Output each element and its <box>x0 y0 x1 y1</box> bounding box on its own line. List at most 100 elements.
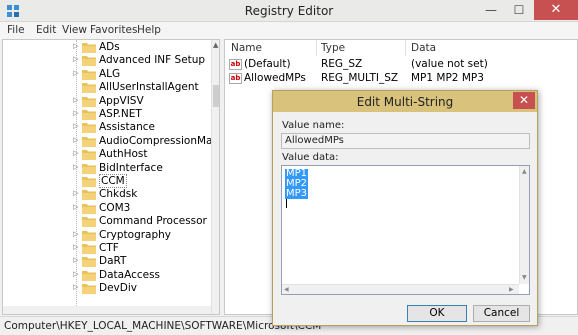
expand-arrow-icon[interactable]: ▷ <box>73 243 78 251</box>
tree-horizontal-scrollbar[interactable] <box>3 306 211 314</box>
tree-item-label: Cryptography <box>99 228 172 241</box>
scroll-left-arrow-icon[interactable]: ◀ <box>284 286 289 293</box>
value-name-field[interactable]: AllowedMPs <box>281 133 530 149</box>
expand-arrow-icon[interactable]: ▷ <box>73 270 78 278</box>
tree-item[interactable]: ▷ Advanced INF Setup <box>3 54 209 67</box>
expand-arrow-icon[interactable]: ▷ <box>73 109 78 117</box>
expand-arrow-icon[interactable]: ▷ <box>73 42 78 50</box>
expand-arrow-icon[interactable]: ▷ <box>73 230 78 238</box>
folder-icon <box>82 230 96 241</box>
column-separator[interactable] <box>316 40 317 56</box>
column-header-name[interactable]: Name <box>231 40 262 56</box>
expand-arrow-icon[interactable]: ▷ <box>73 69 78 77</box>
tree-item[interactable]: ▷ DaRT <box>3 255 209 268</box>
folder-icon <box>82 217 96 228</box>
tree-item[interactable]: ▷ ADs <box>3 41 209 54</box>
column-header-type[interactable]: Type <box>321 40 345 56</box>
expand-arrow-icon[interactable]: ▷ <box>73 136 78 144</box>
scroll-up-arrow-icon[interactable]: ▲ <box>213 41 218 49</box>
folder-icon <box>82 83 96 94</box>
expand-arrow-icon[interactable]: ▷ <box>73 55 78 63</box>
tree-item[interactable]: ▷ AudioCompressionManager <box>3 135 219 148</box>
menu-view[interactable]: View <box>62 24 87 36</box>
tree-item[interactable]: ▷ AppVISV <box>3 95 209 108</box>
value-data-label: Value data: <box>282 152 339 163</box>
menu-favorites[interactable]: Favorites <box>90 24 137 36</box>
list-row[interactable]: ab AllowedMPs REG_MULTI_SZ MP1 MP2 MP3 <box>225 72 577 86</box>
tree-item[interactable]: ▷ DevDiv <box>3 282 209 295</box>
scroll-right-arrow-icon[interactable]: ▶ <box>509 286 514 293</box>
dialog-close-button[interactable]: ✕ <box>513 92 535 109</box>
folder-icon <box>82 244 96 254</box>
tree-item-label: DevDiv <box>99 282 137 295</box>
menu-edit[interactable]: Edit <box>36 24 56 36</box>
folder-icon <box>82 257 96 268</box>
tree-item-label: AppVISV <box>99 94 144 107</box>
expand-arrow-icon[interactable]: ▷ <box>73 203 78 211</box>
tree-item-label: AudioCompressionManager <box>99 134 219 147</box>
value-data: MP1 MP2 MP3 <box>411 72 484 84</box>
textarea-horizontal-scrollbar[interactable]: ◀ ▶ <box>282 284 519 294</box>
menu-file[interactable]: File <box>7 24 25 36</box>
cancel-button[interactable]: Cancel <box>473 305 530 322</box>
tree-item-label: Chkdsk <box>99 188 138 201</box>
menu-help[interactable]: Help <box>137 24 161 36</box>
tree-item[interactable]: ▷ Cryptography <box>3 229 209 242</box>
folder-icon <box>82 43 96 53</box>
folder-icon <box>82 203 96 214</box>
tree-item-label: AllUserInstallAgent <box>99 81 199 94</box>
value-data-textarea[interactable]: MP1 MP2 MP3 ▲ ▼ ◀ ▶ <box>281 165 530 295</box>
expand-arrow-icon[interactable]: ▷ <box>73 96 78 104</box>
folder-icon <box>82 136 96 147</box>
folder-icon <box>82 96 96 107</box>
tree-item[interactable]: ▷ ASP.NET <box>3 108 209 121</box>
expand-arrow-icon[interactable]: ▷ <box>73 149 78 157</box>
tree-item[interactable]: ▷ Assistance <box>3 121 209 134</box>
minimize-button[interactable]: — <box>478 0 504 20</box>
key-tree[interactable]: ▷ ADs ▷ Advanced INF Setup ▷ ALG AllUserInstal… <box>2 39 220 315</box>
tree-item[interactable]: CCM <box>3 174 209 188</box>
textarea-vertical-scrollbar[interactable]: ▲ ▼ <box>519 166 529 284</box>
tree-item-label: Command Processor <box>99 215 207 228</box>
scroll-up-arrow-icon[interactable]: ▲ <box>522 168 527 175</box>
tree-item-label: ADs <box>99 41 120 53</box>
tree-item[interactable]: ▷ AuthHost <box>3 148 209 161</box>
menu-bar: File Edit View Favorites Help <box>0 22 578 39</box>
tree-item-label: DaRT <box>99 255 127 268</box>
tree-item[interactable]: ▷ BidInterface <box>3 162 209 175</box>
folder-icon <box>82 190 96 201</box>
tree-item-label: BidInterface <box>99 161 163 174</box>
tree-item[interactable]: ▷ DataAccess <box>3 269 209 282</box>
expand-arrow-icon[interactable]: ▷ <box>73 189 78 197</box>
value-type: REG_MULTI_SZ <box>321 72 399 84</box>
expand-arrow-icon[interactable]: ▷ <box>73 122 78 130</box>
column-separator[interactable] <box>405 40 406 56</box>
tree-scroll-thumb[interactable] <box>213 85 219 107</box>
maximize-button[interactable]: ☐ <box>506 0 532 20</box>
ok-button[interactable]: OK <box>407 305 467 322</box>
folder-icon <box>82 110 96 120</box>
tree-item[interactable]: ▷ ALG <box>3 68 209 81</box>
tree-item[interactable]: ▷ COM3 <box>3 202 209 215</box>
tree-item[interactable]: Command Processor <box>3 215 209 228</box>
value-data-line: MP3 <box>285 188 309 199</box>
expand-arrow-icon[interactable]: ▷ <box>73 163 78 171</box>
dialog-title: Edit Multi-String <box>356 95 454 109</box>
expand-arrow-icon[interactable]: ▷ <box>73 256 78 264</box>
tree-item-label: Advanced INF Setup <box>99 54 206 67</box>
dialog-title-bar[interactable]: Edit Multi-String ✕ <box>273 91 537 112</box>
folder-icon <box>82 284 96 295</box>
tree-item[interactable]: ▷ CTF <box>3 242 209 255</box>
list-row[interactable]: ab (Default) REG_SZ (value not set) <box>225 58 577 72</box>
tree-item[interactable]: ▷ Chkdsk <box>3 188 209 201</box>
tree-item-label: COM3 <box>99 201 131 214</box>
folder-icon <box>82 69 96 80</box>
close-button[interactable]: ✕ <box>534 0 578 20</box>
expand-arrow-icon[interactable]: ▷ <box>73 283 78 291</box>
scroll-down-arrow-icon[interactable]: ▼ <box>522 274 527 281</box>
tree-vertical-scrollbar[interactable]: ▲ <box>211 40 219 314</box>
tree-item[interactable]: AllUserInstallAgent <box>3 81 209 94</box>
column-header-data[interactable]: Data <box>411 40 436 56</box>
folder-icon <box>82 150 96 161</box>
text-caret <box>286 199 287 208</box>
